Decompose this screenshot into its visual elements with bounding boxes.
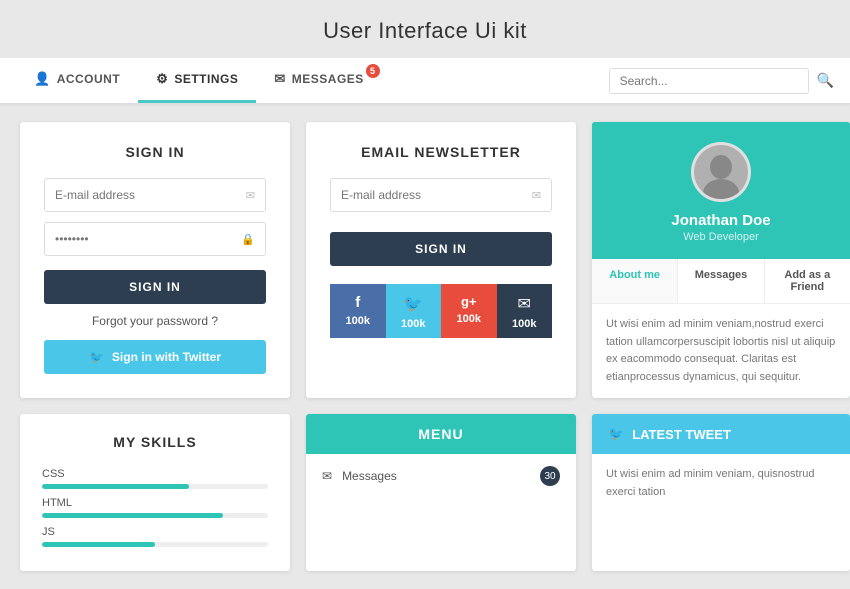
lock-icon: 🔒 [241,233,255,246]
search-input[interactable] [609,68,809,94]
newsletter-card: EMAIL NEWSLETTER ✉ SIGN IN f 100k 🐦 100k… [306,122,576,398]
tweet-header-label: LATEST TWEET [632,427,731,442]
newsletter-title: EMAIL NEWSLETTER [330,144,552,160]
skill-js: JS [42,526,268,547]
newsletter-email-icon: ✉ [532,189,541,202]
profile-tabs: About me Messages Add as a Friend [592,259,850,304]
google-icon: g+ [461,294,477,309]
skill-html-fill [42,513,223,518]
twitter-signin-label: Sign in with Twitter [112,350,221,364]
tab-messages-label: MESSAGES [292,72,364,86]
tweet-twitter-icon: 🐦 [608,426,624,442]
twitter-count: 100k [401,318,425,330]
profile-avatar [691,142,751,202]
social-buttons-row: f 100k 🐦 100k g+ 100k ✉ 100k [330,284,552,338]
skill-html-label: HTML [42,497,268,509]
skill-css: CSS [42,468,268,489]
twitter-social-btn[interactable]: 🐦 100k [386,284,442,338]
menu-item-messages[interactable]: ✉ Messages 30 [306,454,576,498]
search-icon[interactable]: 🔍 [817,72,834,89]
email-count: 100k [512,318,536,330]
skill-js-bar [42,542,268,547]
google-count: 100k [457,313,481,325]
tab-account-label: ACCOUNT [57,72,121,86]
tab-account[interactable]: 👤 ACCOUNT [16,58,138,103]
search-area: 🔍 [609,58,834,103]
person-icon: 👤 [34,71,51,87]
tweet-body: Ut wisi enim ad minim veniam, quisnostru… [592,454,850,513]
skill-css-label: CSS [42,468,268,480]
tab-settings[interactable]: ⚙ SETTINGS [138,58,256,103]
skill-html-bar [42,513,268,518]
skill-js-label: JS [42,526,268,538]
menu-messages-icon: ✉ [322,469,332,483]
messages-badge: 5 [366,64,380,78]
page-title: User Interface Ui kit [0,0,850,58]
gear-icon: ⚙ [156,71,168,87]
envelope-icon: ✉ [274,71,285,87]
profile-tab-about[interactable]: About me [592,259,678,303]
menu-header: MENU [306,414,576,454]
newsletter-signin-button[interactable]: SIGN IN [330,232,552,266]
email-social-icon: ✉ [518,294,531,314]
email-icon: ✉ [246,189,255,202]
twitter-icon: 🐦 [89,350,104,364]
skill-js-fill [42,542,155,547]
profile-card: Jonathan Doe Web Developer About me Mess… [592,122,850,398]
twitter-signin-button[interactable]: 🐦 Sign in with Twitter [44,340,266,374]
tweet-card: 🐦 LATEST TWEET Ut wisi enim ad minim ven… [592,414,850,571]
facebook-count: 100k [346,315,370,327]
email-input[interactable] [55,188,235,202]
profile-name: Jonathan Doe [608,212,834,229]
signin-button[interactable]: SIGN IN [44,270,266,304]
menu-card: MENU ✉ Messages 30 [306,414,576,571]
tab-settings-label: SETTINGS [174,72,238,86]
email-social-btn[interactable]: ✉ 100k [497,284,553,338]
facebook-icon: f [355,294,360,311]
main-content: SIGN IN ✉ 🔒 SIGN IN Forgot your password… [0,104,850,589]
skill-css-fill [42,484,189,489]
skill-css-bar [42,484,268,489]
password-input[interactable] [55,232,235,246]
menu-messages-label: Messages [342,469,397,483]
signin-card-title: SIGN IN [44,144,266,160]
google-social-btn[interactable]: g+ 100k [441,284,497,338]
skills-title: MY SKILLS [42,434,268,450]
forgot-password-link[interactable]: Forgot your password ? [44,314,266,328]
skill-html: HTML [42,497,268,518]
profile-header: Jonathan Doe Web Developer [592,122,850,259]
twitter-social-icon: 🐦 [403,294,423,314]
menu-messages-badge: 30 [540,466,560,486]
skills-card: MY SKILLS CSS HTML JS [20,414,290,571]
tab-bar: 👤 ACCOUNT ⚙ SETTINGS ✉ MESSAGES 5 🔍 [0,58,850,104]
profile-tab-messages[interactable]: Messages [678,259,764,303]
email-field-wrapper: ✉ [44,178,266,212]
profile-tab-add-friend[interactable]: Add as a Friend [765,259,850,303]
signin-card: SIGN IN ✉ 🔒 SIGN IN Forgot your password… [20,122,290,398]
tweet-header: 🐦 LATEST TWEET [592,414,850,454]
facebook-social-btn[interactable]: f 100k [330,284,386,338]
tab-messages[interactable]: ✉ MESSAGES 5 [256,58,381,103]
profile-role: Web Developer [608,231,834,243]
profile-bio: Ut wisi enim ad minim veniam,nostrud exe… [592,304,850,398]
password-field-wrapper: 🔒 [44,222,266,256]
newsletter-email-input[interactable] [341,188,521,202]
newsletter-email-wrapper: ✉ [330,178,552,212]
